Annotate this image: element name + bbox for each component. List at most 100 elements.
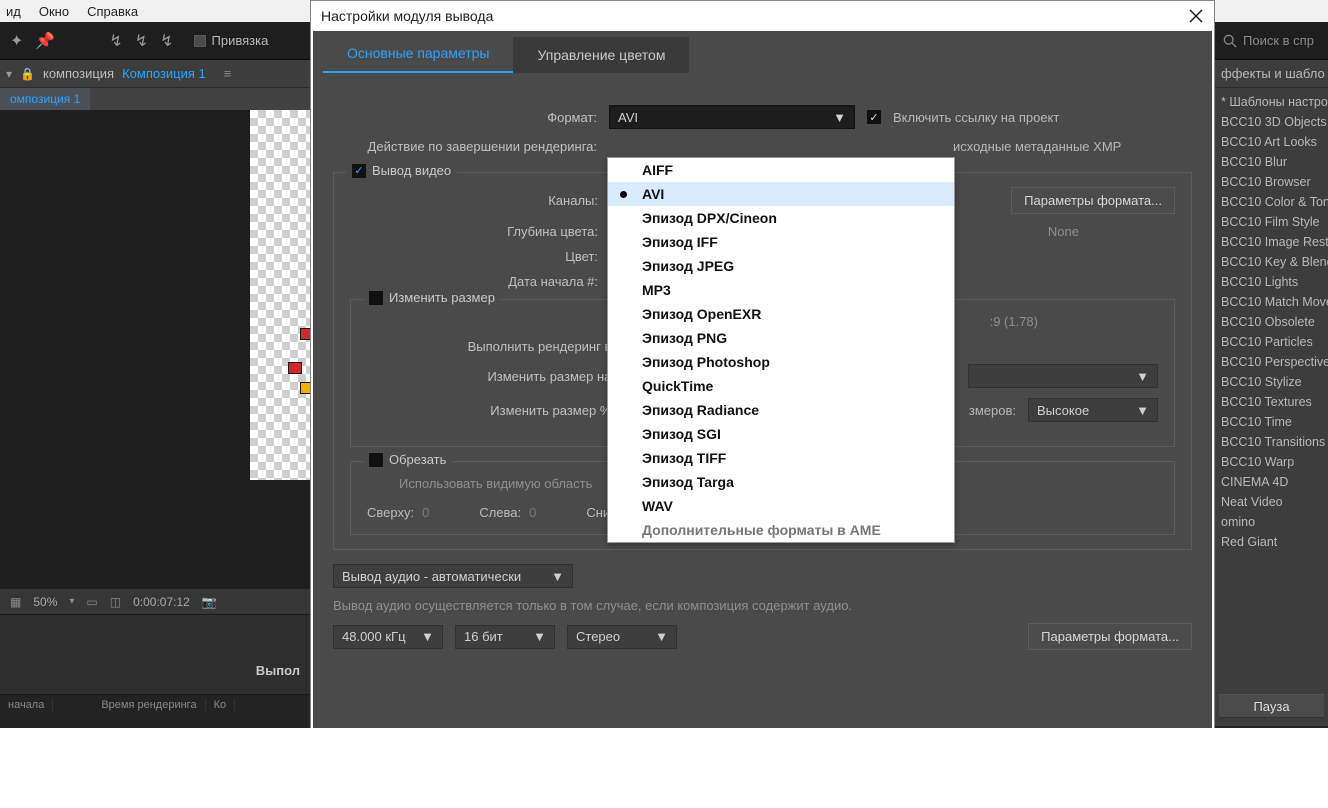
transparency-grid: [250, 110, 312, 480]
effects-list-item[interactable]: BCC10 Time: [1215, 412, 1328, 432]
effects-list-item[interactable]: BCC10 Perspective: [1215, 352, 1328, 372]
col-start: начала: [0, 699, 53, 711]
axis-icon[interactable]: ↯: [109, 31, 122, 51]
effects-list-item[interactable]: BCC10 Particles: [1215, 332, 1328, 352]
panel-options-icon[interactable]: ≡: [224, 66, 232, 81]
layer-marker[interactable]: [288, 362, 302, 374]
audio-bit-dropdown[interactable]: 16 бит▼: [455, 625, 555, 649]
effects-list-item[interactable]: BCC10 Textures: [1215, 392, 1328, 412]
menu-view[interactable]: ид: [6, 4, 21, 19]
effects-list-item[interactable]: BCC10 Stylize: [1215, 372, 1328, 392]
effects-list-item[interactable]: BCC10 Color & Ton: [1215, 192, 1328, 212]
timecode[interactable]: 0:00:07:12: [133, 595, 190, 609]
format-option[interactable]: Эпизод Targa: [608, 470, 954, 494]
resize-preset-dropdown[interactable]: ▼: [968, 364, 1158, 388]
resize-quality-value: Высокое: [1037, 403, 1089, 418]
format-option[interactable]: MP3: [608, 278, 954, 302]
snapshot-icon[interactable]: 📷: [202, 595, 217, 609]
xmp-label: исходные метаданные XMP: [953, 139, 1121, 154]
effects-panel: Поиск в спр ффекты и шабло * Шаблоны нас…: [1214, 22, 1328, 798]
format-option[interactable]: Эпизод IFF: [608, 230, 954, 254]
grid-icon[interactable]: ▦: [10, 595, 21, 609]
menu-help[interactable]: Справка: [87, 4, 138, 19]
search-icon: [1223, 34, 1237, 48]
composition-link[interactable]: Композиция 1: [122, 66, 206, 81]
include-project-checkbox[interactable]: ✓: [867, 110, 881, 124]
video-output-label: Вывод видео: [372, 163, 451, 178]
audio-output-dropdown[interactable]: Вывод аудио - автоматически ▼: [333, 564, 573, 588]
format-option[interactable]: Эпизод OpenEXR: [608, 302, 954, 326]
audio-khz-dropdown[interactable]: 48.000 кГц▼: [333, 625, 443, 649]
effects-list-item[interactable]: CINEMA 4D: [1215, 472, 1328, 492]
format-option[interactable]: Эпизод Photoshop: [608, 350, 954, 374]
format-dropdown[interactable]: AVI ▼: [609, 105, 855, 129]
audio-khz-value: 48.000 кГц: [342, 629, 406, 644]
viewer-tab-active[interactable]: омпозиция 1: [0, 88, 90, 110]
search-placeholder: Поиск в спр: [1243, 33, 1314, 48]
format-option[interactable]: WAV: [608, 494, 954, 518]
effects-list-item[interactable]: BCC10 3D Objects: [1215, 112, 1328, 132]
effects-list-item[interactable]: * Шаблоны настро: [1215, 92, 1328, 112]
format-option[interactable]: Эпизод Radiance: [608, 398, 954, 422]
audio-channels-value: Стерео: [576, 629, 620, 644]
effects-list-item[interactable]: BCC10 Obsolete: [1215, 312, 1328, 332]
resize-checkbox[interactable]: [369, 291, 383, 305]
format-option[interactable]: AIFF: [608, 158, 954, 182]
format-option[interactable]: Эпизод SGI: [608, 422, 954, 446]
render-queue-title: Выпол: [0, 615, 312, 678]
include-project-label: Включить ссылку на проект: [893, 110, 1059, 125]
format-option[interactable]: QuickTime: [608, 374, 954, 398]
resize-quality-dropdown[interactable]: Высокое ▼: [1028, 398, 1158, 422]
tab-color[interactable]: Управление цветом: [513, 37, 689, 73]
effects-list-item[interactable]: BCC10 Key & Blend: [1215, 252, 1328, 272]
audio-format-options-button[interactable]: Параметры формата...: [1028, 623, 1192, 650]
audio-channels-dropdown[interactable]: Стерео▼: [567, 625, 677, 649]
crop-top-value[interactable]: 0: [422, 505, 429, 520]
effects-list-item[interactable]: BCC10 Art Looks: [1215, 132, 1328, 152]
crop-checkbox[interactable]: [369, 453, 383, 467]
snap-toggle[interactable]: Привязка: [194, 33, 269, 48]
tab-main[interactable]: Основные параметры: [323, 35, 513, 73]
tool-icon[interactable]: ✦: [10, 31, 23, 51]
axis-icon[interactable]: ↯: [160, 31, 173, 51]
video-output-checkbox[interactable]: ✓: [352, 164, 366, 178]
effects-list-item[interactable]: BCC10 Film Style: [1215, 212, 1328, 232]
effects-list-item[interactable]: Neat Video: [1215, 492, 1328, 512]
effects-list-item[interactable]: Red Giant: [1215, 532, 1328, 552]
render-queue-panel: Выпол: [0, 614, 312, 694]
format-option[interactable]: AVI: [608, 182, 954, 206]
format-options-list[interactable]: AIFFAVIЭпизод DPX/CineonЭпизод IFFЭпизод…: [607, 157, 955, 543]
effects-list-item[interactable]: BCC10 Browser: [1215, 172, 1328, 192]
effects-list-item[interactable]: BCC10 Lights: [1215, 272, 1328, 292]
tool-icon[interactable]: 📌: [35, 31, 55, 51]
aspect-icon[interactable]: ▭: [86, 595, 97, 609]
zoom-value[interactable]: 50%: [33, 595, 57, 609]
effects-list-item[interactable]: BCC10 Image Resto: [1215, 232, 1328, 252]
effects-list-item[interactable]: BCC10 Transitions: [1215, 432, 1328, 452]
effects-list[interactable]: * Шаблоны настроBCC10 3D ObjectsBCC10 Ar…: [1215, 88, 1328, 556]
format-option[interactable]: Эпизод PNG: [608, 326, 954, 350]
pause-button[interactable]: Пауза: [1219, 694, 1324, 718]
format-option[interactable]: Эпизод TIFF: [608, 446, 954, 470]
panel-prefix: композиция: [43, 66, 114, 81]
format-option-ame[interactable]: Дополнительные форматы в AME: [608, 518, 954, 542]
effects-list-item[interactable]: BCC10 Match Move: [1215, 292, 1328, 312]
dialog-tabs: Основные параметры Управление цветом: [313, 31, 1212, 73]
menu-window[interactable]: Окно: [39, 4, 69, 19]
effects-list-item[interactable]: BCC10 Blur: [1215, 152, 1328, 172]
close-icon[interactable]: [1188, 8, 1204, 24]
effects-list-item[interactable]: omino: [1215, 512, 1328, 532]
crop-top-label: Сверху:: [367, 505, 414, 520]
crop-left-value[interactable]: 0: [529, 505, 536, 520]
left-toolbar: ✦ 📌 ↯ ↯ ↯ Привязка: [0, 22, 312, 60]
format-options-button[interactable]: Параметры формата...: [1011, 187, 1175, 214]
axis-icon[interactable]: ↯: [135, 31, 148, 51]
panel-menu-icon[interactable]: ▾: [6, 67, 12, 81]
help-search[interactable]: Поиск в спр: [1215, 22, 1328, 60]
effects-list-item[interactable]: BCC10 Warp: [1215, 452, 1328, 472]
safe-icon[interactable]: ◫: [110, 595, 121, 609]
panel-icon[interactable]: 🔒: [20, 67, 35, 81]
effects-tab[interactable]: ффекты и шабло: [1215, 60, 1328, 88]
format-option[interactable]: Эпизод DPX/Cineon: [608, 206, 954, 230]
format-option[interactable]: Эпизод JPEG: [608, 254, 954, 278]
